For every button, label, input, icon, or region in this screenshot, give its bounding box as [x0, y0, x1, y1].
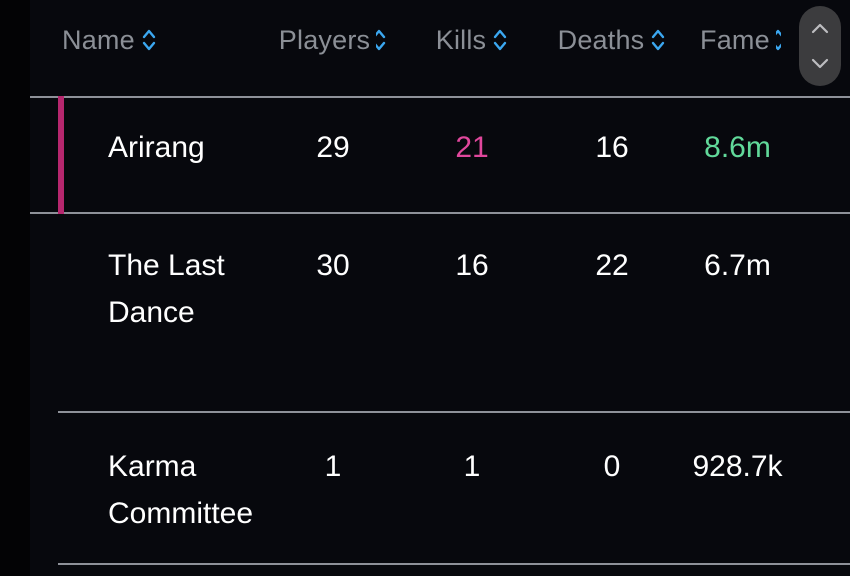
- column-header-deaths[interactable]: Deaths: [532, 25, 692, 56]
- table-row[interactable]: Arirang 29 21 16 8.6m: [0, 96, 850, 214]
- left-gutter: [0, 0, 30, 576]
- table-body: Arirang 29 21 16 8.6m The Last Dance 30 …: [0, 96, 850, 565]
- cell-fame: 928.7k: [692, 450, 783, 483]
- table-header-row: Name Players Kills Deaths Fame: [0, 0, 850, 80]
- table-row[interactable]: Karma Committee 1 1 0 928.7k: [0, 413, 850, 565]
- cell-kills: 21: [455, 131, 489, 164]
- cell-name: Karma Committee: [108, 450, 254, 530]
- column-header-name[interactable]: Name: [62, 25, 222, 56]
- cell-players: 30: [316, 249, 350, 282]
- chevron-up-icon[interactable]: [808, 21, 832, 37]
- sort-chevrons-icon[interactable]: [376, 25, 387, 55]
- cell-deaths: 16: [595, 131, 629, 164]
- column-header-deaths-label: Deaths: [557, 24, 645, 55]
- column-header-fame-label: Fame: [700, 24, 770, 55]
- cell-name: Arirang: [108, 131, 205, 164]
- cell-players: 1: [324, 450, 342, 483]
- column-header-players-label: Players: [278, 24, 371, 55]
- column-header-players[interactable]: Players: [258, 25, 408, 56]
- cell-deaths: 0: [603, 450, 621, 483]
- cell-kills: 16: [455, 249, 489, 282]
- sort-chevrons-icon[interactable]: [775, 25, 781, 55]
- cell-fame: 8.6m: [704, 131, 771, 164]
- row-accent-bar: [58, 96, 64, 214]
- sort-chevrons-icon[interactable]: [492, 25, 508, 55]
- leaderboard-screen: Name Players Kills Deaths Fame Arirang 2…: [0, 0, 850, 576]
- cell-name: The Last Dance: [108, 249, 225, 329]
- cell-fame: 6.7m: [704, 249, 771, 282]
- column-header-name-label: Name: [62, 24, 135, 55]
- table-row[interactable]: The Last Dance 30 16 22 6.7m: [0, 214, 850, 413]
- sort-chevrons-icon[interactable]: [141, 25, 157, 55]
- sort-chevrons-icon[interactable]: [650, 25, 666, 55]
- chevron-down-icon[interactable]: [808, 55, 832, 71]
- cell-kills: 1: [463, 450, 481, 483]
- row-divider: [58, 563, 850, 565]
- cell-players: 29: [316, 131, 350, 164]
- column-header-kills[interactable]: Kills: [412, 25, 532, 56]
- scroll-pill[interactable]: [799, 6, 841, 86]
- cell-deaths: 22: [595, 249, 629, 282]
- column-header-kills-label: Kills: [435, 24, 487, 55]
